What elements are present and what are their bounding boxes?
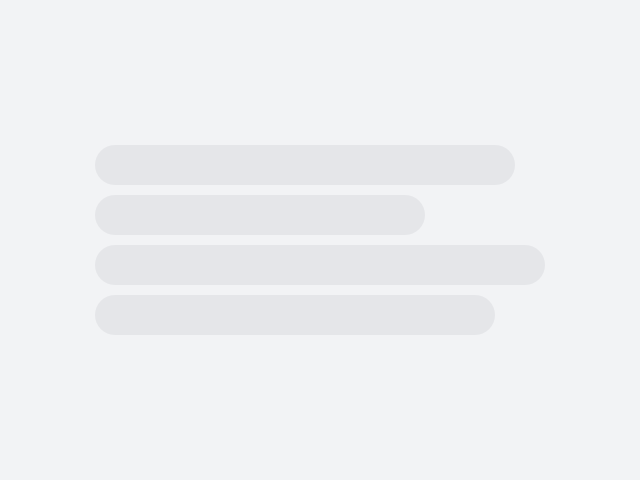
loading-skeleton bbox=[95, 145, 545, 345]
skeleton-line bbox=[95, 295, 495, 335]
loading-screen: { "state": "loading", "colors": { "backg… bbox=[0, 0, 640, 480]
skeleton-line bbox=[95, 145, 515, 185]
skeleton-line bbox=[95, 195, 425, 235]
skeleton-line bbox=[95, 245, 545, 285]
